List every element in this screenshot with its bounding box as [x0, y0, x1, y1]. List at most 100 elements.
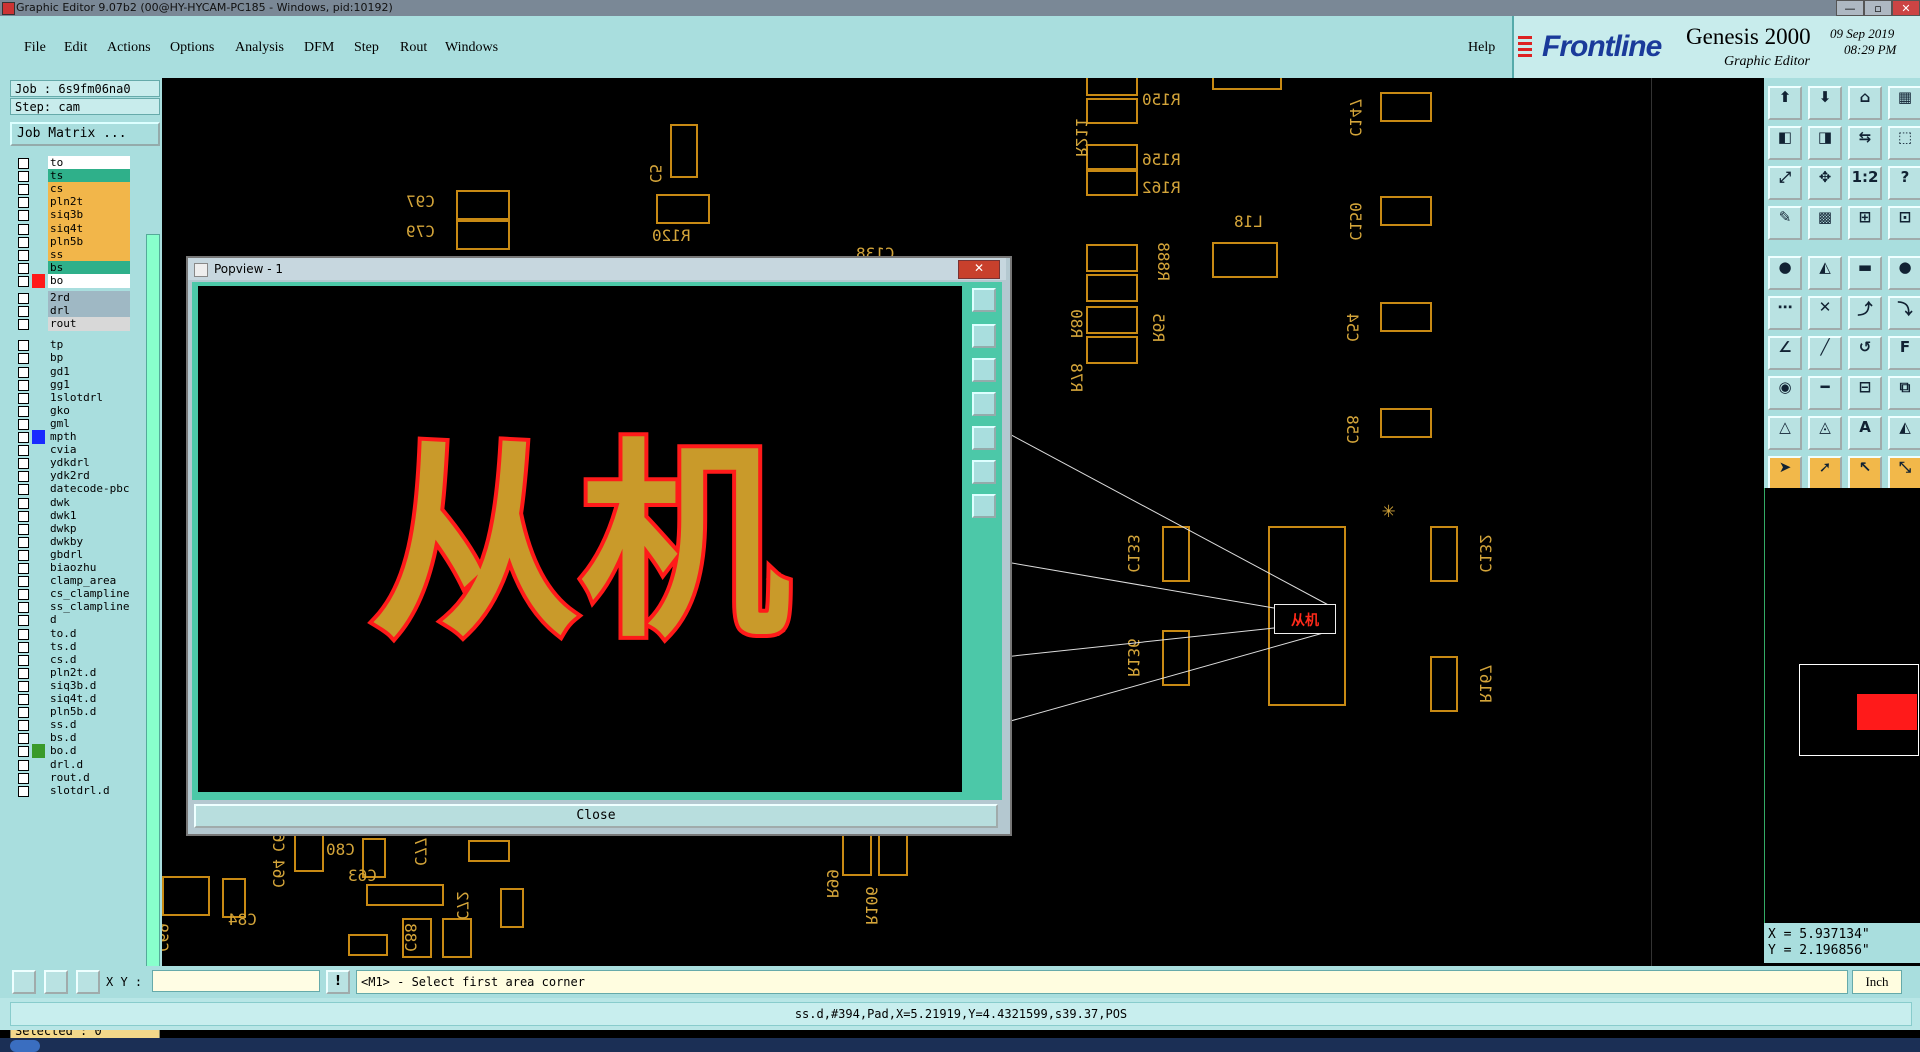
layer-checkbox[interactable] [18, 615, 29, 627]
alert-icon[interactable]: ! [326, 970, 350, 994]
popview-tool-down-icon[interactable] [972, 358, 996, 382]
toolbar-tool-28-icon[interactable]: F [1888, 336, 1920, 370]
menu-options[interactable]: Options [170, 40, 214, 56]
layer-checkbox[interactable] [18, 694, 29, 705]
toolbar-tool-18-icon[interactable]: ◭ [1808, 256, 1842, 290]
toolbar-tool-17-icon[interactable]: ● [1768, 256, 1802, 290]
layer-checkbox[interactable] [18, 680, 29, 692]
toolbar-tool-36-icon[interactable]: ◭ [1888, 416, 1920, 450]
toolbar-tool-25-icon[interactable]: ∠ [1768, 336, 1802, 370]
start-button-icon[interactable] [10, 1040, 40, 1052]
layer-list-scrollbar[interactable] [146, 234, 160, 1020]
layer-checkbox[interactable] [18, 602, 29, 614]
layer-checkbox[interactable] [18, 654, 29, 666]
layer-checkbox[interactable] [18, 432, 29, 443]
toolbar-tool-11-icon[interactable]: 1:2 [1848, 166, 1882, 200]
toolbar-tool-34-icon[interactable]: ◬ [1808, 416, 1842, 450]
minimize-button[interactable]: — [1836, 0, 1864, 16]
toolbar-tool-22-icon[interactable]: ✕ [1808, 296, 1842, 330]
menu-dfm[interactable]: DFM [304, 40, 334, 56]
layer-checkbox[interactable] [18, 628, 29, 640]
layer-checkbox[interactable] [18, 576, 29, 588]
layer-checkbox[interactable] [18, 262, 29, 274]
menu-analysis[interactable]: Analysis [235, 40, 284, 56]
menu-file[interactable]: File [24, 40, 46, 56]
layer-checkbox[interactable] [18, 418, 29, 430]
popview-title-bar[interactable]: Popview - 1 ✕ [188, 258, 1006, 280]
layer-checkbox[interactable] [18, 759, 29, 771]
toolbar-tool-38-icon[interactable]: ➚ [1808, 456, 1842, 490]
layer-checkbox[interactable] [18, 353, 29, 365]
layer-checkbox[interactable] [18, 720, 29, 732]
snap-icon[interactable] [12, 970, 36, 994]
job-matrix-button[interactable]: Job Matrix ... [10, 122, 160, 146]
layer-checkbox[interactable] [18, 184, 29, 196]
layer-checkbox[interactable] [18, 392, 29, 404]
layer-checkbox[interactable] [18, 707, 29, 719]
layer-checkbox[interactable] [18, 536, 29, 548]
toolbar-tool-19-icon[interactable]: ▬ [1848, 256, 1882, 290]
measure-icon[interactable] [44, 970, 68, 994]
menu-step[interactable]: Step [354, 40, 379, 56]
layer-checkbox[interactable] [18, 549, 29, 561]
layer-checkbox[interactable] [18, 667, 29, 679]
layer-checkbox[interactable] [18, 223, 29, 235]
toolbar-tool-6-icon[interactable]: ◨ [1808, 126, 1842, 160]
popview-tool-fit-icon[interactable] [972, 460, 996, 484]
layer-checkbox[interactable] [18, 484, 29, 496]
toolbar-tool-23-icon[interactable]: ⤴ [1848, 296, 1882, 330]
layer-checkbox[interactable] [18, 641, 29, 653]
menu-edit[interactable]: Edit [64, 40, 87, 56]
units-select[interactable]: Inch [1852, 970, 1902, 994]
toolbar-tool-26-icon[interactable]: ╱ [1808, 336, 1842, 370]
toolbar-tool-32-icon[interactable]: ⧉ [1888, 376, 1920, 410]
toolbar-tool-33-icon[interactable]: △ [1768, 416, 1802, 450]
layer-checkbox[interactable] [18, 523, 29, 535]
toolbar-tool-29-icon[interactable]: ◉ [1768, 376, 1802, 410]
layer-checkbox[interactable] [18, 405, 29, 417]
toolbar-tool-24-icon[interactable]: ⤵ [1888, 296, 1920, 330]
layer-row[interactable]: bo [10, 273, 134, 289]
popview-close-icon[interactable]: ✕ [958, 260, 1000, 279]
toolbar-tool-9-icon[interactable]: ⤢ [1768, 166, 1802, 200]
overview-map[interactable] [1764, 488, 1920, 923]
popview-tool-zoom-home-icon[interactable] [972, 494, 996, 518]
layer-checkbox[interactable] [18, 319, 29, 331]
layer-checkbox[interactable] [18, 293, 29, 304]
layer-checkbox[interactable] [18, 340, 29, 352]
layer-checkbox[interactable] [18, 497, 29, 509]
layer-checkbox[interactable] [18, 445, 29, 457]
toolbar-tool-7-icon[interactable]: ⇆ [1848, 126, 1882, 160]
layer-row[interactable]: rout [10, 317, 134, 332]
layer-checkbox[interactable] [18, 746, 29, 758]
layer-checkbox[interactable] [18, 171, 29, 183]
toolbar-tool-14-icon[interactable]: ▩ [1808, 206, 1842, 240]
grid-icon[interactable] [76, 970, 100, 994]
toolbar-tool-40-icon[interactable]: ⤡ [1888, 456, 1920, 490]
menu-rout[interactable]: Rout [400, 40, 427, 56]
layer-checkbox[interactable] [18, 563, 29, 574]
toolbar-tool-8-icon[interactable]: ⬚ [1888, 126, 1920, 160]
toolbar-tool-3-icon[interactable]: ⌂ [1848, 86, 1882, 120]
toolbar-tool-15-icon[interactable]: ⊞ [1848, 206, 1882, 240]
menu-windows[interactable]: Windows [445, 40, 498, 56]
toolbar-tool-35-icon[interactable]: A [1848, 416, 1882, 450]
popview-tool-zoom-icon[interactable] [972, 288, 996, 312]
layer-checkbox[interactable] [18, 733, 29, 745]
layer-checkbox[interactable] [18, 772, 29, 784]
popview-tool-left-icon[interactable] [972, 392, 996, 416]
layer-checkbox[interactable] [18, 306, 29, 318]
toolbar-tool-10-icon[interactable]: ✥ [1808, 166, 1842, 200]
toolbar-tool-21-icon[interactable]: ⋯ [1768, 296, 1802, 330]
toolbar-tool-37-icon[interactable]: ➤ [1768, 456, 1802, 490]
toolbar-tool-4-icon[interactable]: ▦ [1888, 86, 1920, 120]
popview-tool-right-icon[interactable] [972, 426, 996, 450]
layer-checkbox[interactable] [18, 236, 29, 248]
toolbar-tool-31-icon[interactable]: ⊟ [1848, 376, 1882, 410]
popview-tool-up-icon[interactable] [972, 324, 996, 348]
layer-checkbox[interactable] [18, 158, 29, 169]
layer-checkbox[interactable] [18, 589, 29, 601]
layer-checkbox[interactable] [18, 785, 29, 797]
layer-checkbox[interactable] [18, 249, 29, 261]
toolbar-tool-1-icon[interactable]: ⬆ [1768, 86, 1802, 120]
